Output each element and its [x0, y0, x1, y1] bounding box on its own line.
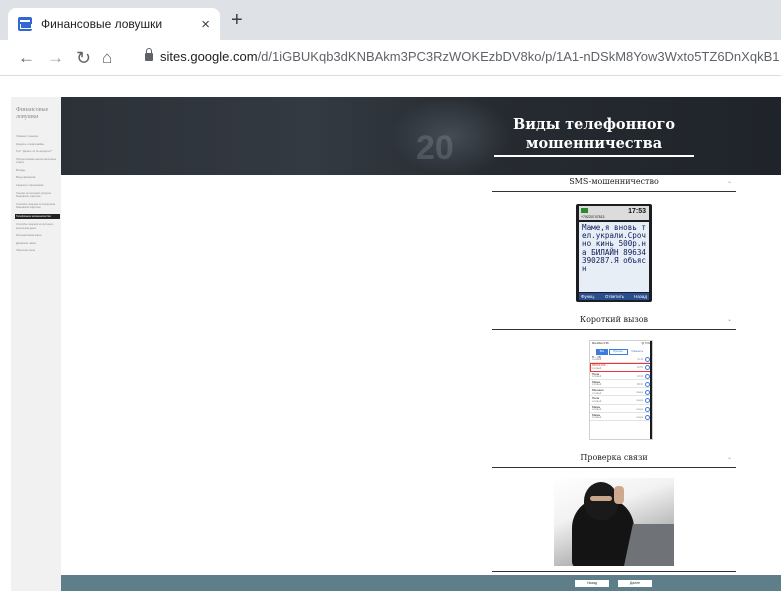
phone-status-bar: 17:53 +79220747813: [579, 206, 649, 220]
title-underline: [494, 155, 694, 157]
section-divider: [492, 329, 736, 330]
battery-label: @ 71%: [641, 342, 650, 345]
chevron-down-icon[interactable]: ⌄: [727, 454, 732, 461]
call-row: Мама сотовый 09:12: [590, 380, 652, 389]
forward-arrow-icon[interactable]: →: [47, 48, 64, 68]
signal-icon: [581, 208, 593, 213]
tab-all-calls: Все: [595, 348, 609, 355]
softkey-center: Ответить: [604, 294, 625, 299]
google-sites-favicon-icon: [18, 17, 32, 31]
call-time: 10:51: [637, 366, 643, 370]
call-time: 10:34: [637, 374, 643, 378]
call-row: Мама сотовый вчера: [590, 413, 652, 422]
new-tab-icon[interactable]: +: [231, 10, 243, 30]
call-log-scrollbar: [650, 341, 652, 439]
sidebar-item-finance-services[interactable]: Сервисы с финансами: [16, 184, 60, 187]
laptop-shape: [623, 524, 674, 566]
page-title[interactable]: Виды телефонного мошенничества: [494, 115, 694, 153]
next-page-button[interactable]: Далее: [618, 580, 652, 587]
close-tab-icon[interactable]: ×: [201, 17, 210, 32]
home-icon[interactable]: ⌂: [102, 48, 112, 68]
sidebar-nav: Главная страница Кредиты и микрозаймы Те…: [15, 135, 60, 257]
section-divider: [492, 191, 736, 192]
sidebar-item-card-resources[interactable]: Ссылки на интернет-ресурсы банковских ка…: [16, 192, 60, 199]
sidebar-item-feedback[interactable]: Обратная связь: [16, 249, 60, 252]
call-log-screenshot: МегаФон 9:58 @ 71% Все Пропущ. Изменить …: [589, 340, 653, 440]
section-divider: [492, 467, 736, 468]
call-row-highlighted: 89963129... сотовый 10:51: [590, 363, 652, 372]
header-banner: 20 Виды телефонного мошенничества: [61, 97, 781, 175]
call-time: вчера: [636, 391, 643, 395]
sms-text: Маме,я вновь тел.украли.Срочно кинь 500р…: [582, 223, 647, 274]
sidebar-item-deposits[interactable]: Вклады: [16, 169, 60, 172]
carrier-label: МегаФон 9:58: [592, 342, 609, 345]
caller-head-shape: [584, 482, 618, 520]
phone-sender-number: +79220747813: [581, 215, 605, 219]
call-time: вчера: [636, 416, 643, 420]
url-host: sites.google.com: [160, 49, 258, 64]
sms-phone-image: 17:53 +79220747813 Маме,я вновь тел.укра…: [576, 204, 652, 302]
masked-caller-image: [554, 478, 674, 566]
caller-hand-shape: [614, 486, 624, 504]
sidebar-item-home[interactable]: Главная страница: [16, 135, 60, 138]
call-row: Мама сотовый вчера: [590, 405, 652, 414]
call-time: вчера: [636, 407, 643, 411]
section-short-call[interactable]: Короткий вызов ⌄: [492, 314, 736, 330]
section-sms-fraud[interactable]: SMS-мошенничество ⌄: [492, 176, 736, 192]
page-footer: Назад Далее: [61, 575, 781, 591]
phone-message-screen: Маме,я вновь тел.украли.Срочно кинь 500р…: [579, 222, 649, 292]
section-title: SMS-мошенничество: [569, 177, 659, 186]
softkey-left: Функц.: [581, 294, 595, 299]
lock-icon[interactable]: [145, 48, 153, 61]
call-row: П... (3) сотовый 11:12: [590, 355, 652, 364]
browser-toolbar: ← → ↻ ⌂ sites.google.com/d/1iGBUKqb3dKNB…: [0, 40, 781, 76]
call-time: 11:12: [637, 358, 643, 361]
phone-softkey-bar: Функц. Ответить Назад: [579, 293, 649, 300]
edit-label: Изменить: [631, 349, 644, 353]
chevron-down-icon[interactable]: ⌄: [727, 178, 732, 185]
call-row: Мишаня сотовый вчера: [590, 388, 652, 397]
sidebar-item-finance-types[interactable]: Виды финансов: [16, 176, 60, 179]
call-row: Папа сотовый 10:34: [590, 372, 652, 380]
sidebar-item-interactive-map[interactable]: Интерактивная карта: [16, 234, 60, 237]
browser-tab[interactable]: Финансовые ловушки ×: [8, 8, 220, 40]
tab-missed-calls: Пропущ.: [609, 348, 628, 355]
address-bar[interactable]: sites.google.com/d/1iGBUKqb3dKNBAkm3PC3R…: [160, 49, 780, 64]
reload-icon[interactable]: ↻: [76, 48, 91, 68]
call-time: 09:12: [637, 382, 643, 386]
caller-eyes-shape: [590, 496, 612, 501]
softkey-right: Назад: [634, 294, 647, 299]
tab-title: Финансовые ловушки: [41, 17, 163, 31]
sidebar-item-credit-test[interactable]: Тест "Делать ли бы кредиты?": [16, 150, 60, 153]
back-arrow-icon[interactable]: ←: [18, 48, 35, 68]
content-bottom-divider: [492, 571, 736, 572]
call-row: Папа сотовый вчера: [590, 396, 652, 405]
page-top-gap: [0, 77, 781, 95]
sidebar-item-wallet-theft[interactable]: Способы хищения из интернет-кошельков де…: [16, 223, 60, 230]
phone-time: 17:53: [628, 208, 646, 215]
sidebar-item-card-theft[interactable]: Способы хищения из кошельков банковских …: [16, 203, 60, 210]
sidebar-item-tax-scale[interactable]: Прогрессивная шкала налоговых ставок: [16, 158, 60, 165]
section-title: Короткий вызов: [579, 315, 649, 324]
banner-background-digit: 20: [416, 129, 454, 167]
section-title: Проверка связи: [580, 453, 648, 462]
browser-tab-bar: Финансовые ловушки × +: [0, 0, 781, 40]
call-log-status: МегаФон 9:58 @ 71%: [590, 341, 652, 348]
site-sidebar: Финансовые ловушки Главная страница Кред…: [11, 97, 61, 591]
call-log-tabs: Все Пропущ. Изменить: [590, 348, 652, 355]
url-path: /d/1iGBUKqb3dKNBAkm3PC3RzWOKEzbDV8ko/p/1…: [257, 49, 780, 64]
sidebar-item-credits[interactable]: Кредиты и микрозаймы: [16, 143, 60, 146]
sidebar-item-phone-fraud[interactable]: Телефонное мошенничество: [15, 213, 60, 219]
section-connection-check[interactable]: Проверка связи ⌄: [492, 452, 736, 468]
sidebar-item-money-secret[interactable]: Денежная тайна: [16, 242, 60, 245]
site-name[interactable]: Финансовые ловушки: [16, 107, 58, 121]
prev-page-button[interactable]: Назад: [575, 580, 609, 587]
call-time: вчера: [636, 399, 643, 403]
chevron-down-icon[interactable]: ⌄: [727, 316, 732, 323]
